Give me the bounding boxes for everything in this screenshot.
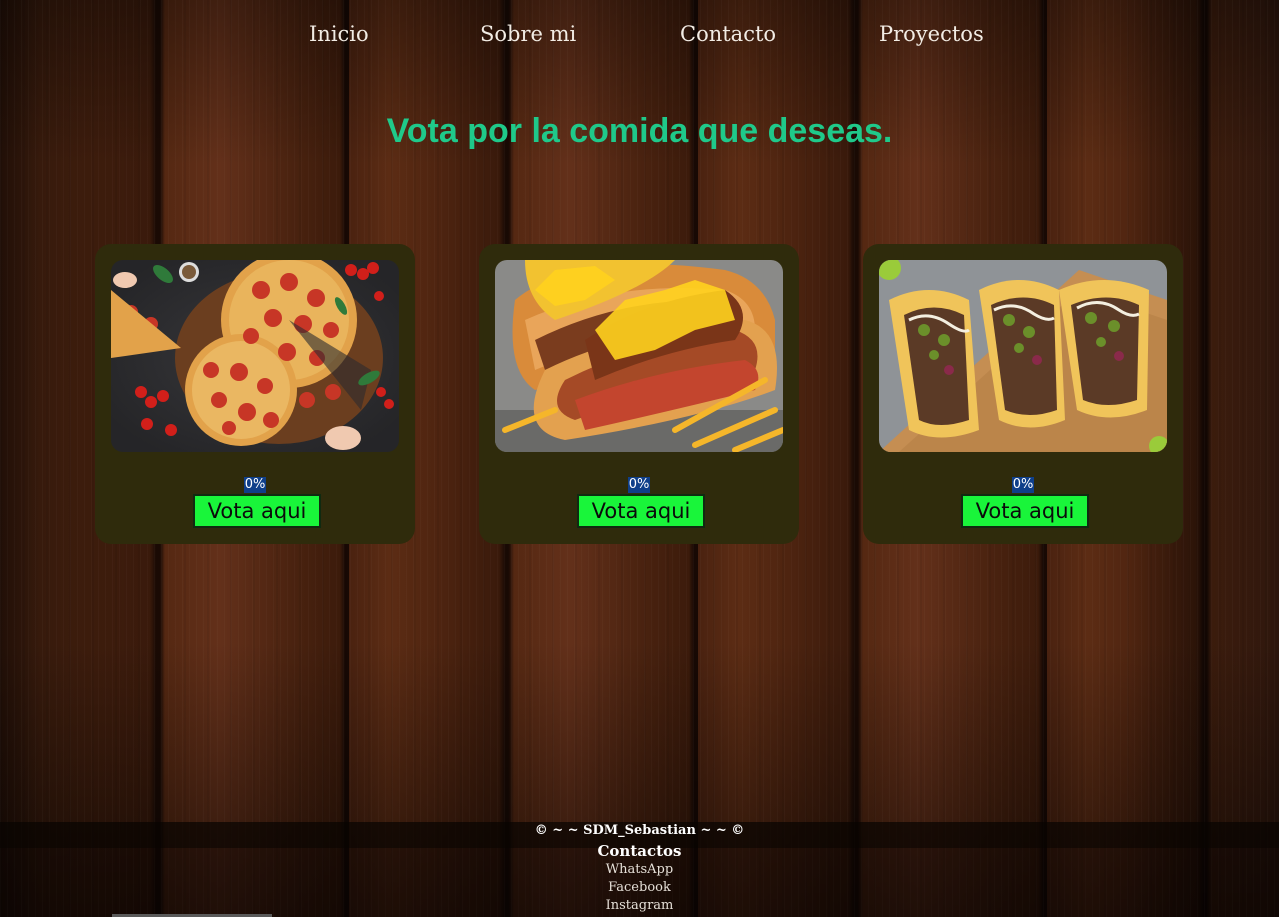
food-card-pizza: 0% Vota aqui	[95, 244, 415, 544]
nav-link-sobre-mi[interactable]: Sobre mi	[480, 22, 576, 46]
nav-link-proyectos[interactable]: Proyectos	[879, 22, 984, 46]
vote-percentage: 0%	[1011, 477, 1035, 493]
vote-percentage: 0%	[627, 477, 651, 493]
tacos-photo	[879, 260, 1167, 452]
footer-link-instagram[interactable]: Instagram	[606, 898, 674, 913]
nav-link-inicio[interactable]: Inicio	[309, 22, 369, 46]
food-card-tacos: 0% Vota aqui	[863, 244, 1183, 544]
footer-contacts-title: Contactos	[597, 842, 682, 860]
top-nav: Inicio Sobre mi Contacto Proyectos	[0, 22, 1279, 52]
footer-copyright: © ~ ~ SDM_Sebastian ~ ~ ©	[534, 823, 745, 838]
vote-button-hotdog[interactable]: Vota aqui	[577, 494, 705, 528]
nav-link-contacto[interactable]: Contacto	[680, 22, 776, 46]
food-card-hotdog: 0% Vota aqui	[479, 244, 799, 544]
footer-link-whatsapp[interactable]: WhatsApp	[606, 862, 673, 877]
hotdog-photo	[495, 260, 783, 452]
pizza-photo	[111, 260, 399, 452]
vote-percentage: 0%	[243, 477, 267, 493]
vote-button-pizza[interactable]: Vota aqui	[193, 494, 321, 528]
page-title: Vota por la comida que deseas.	[386, 112, 893, 150]
vote-button-tacos[interactable]: Vota aqui	[961, 494, 1089, 528]
footer-link-facebook[interactable]: Facebook	[608, 880, 671, 895]
